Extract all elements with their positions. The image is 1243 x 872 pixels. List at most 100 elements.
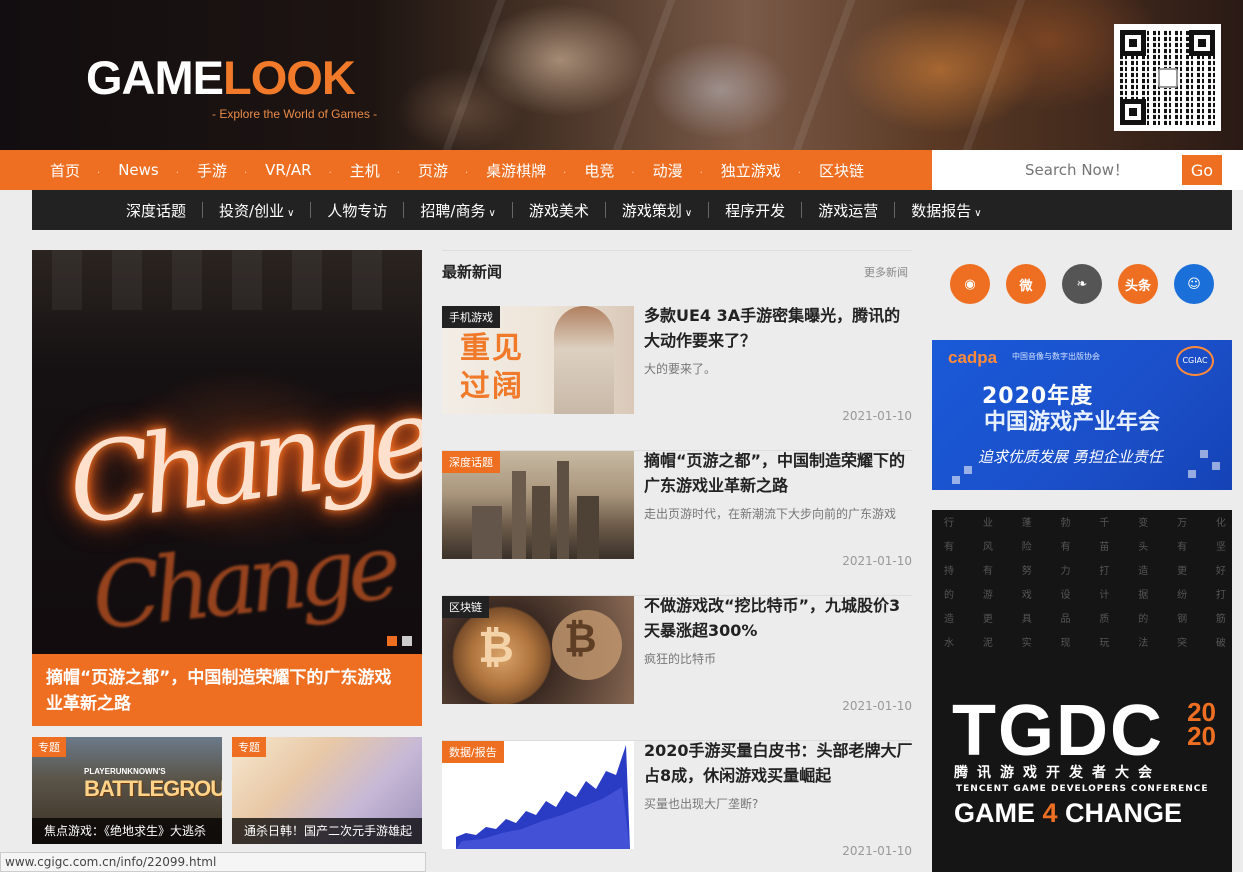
subnav-label: 游戏美术 bbox=[528, 201, 589, 220]
news-image[interactable]: 深度话题 bbox=[442, 451, 634, 559]
ad-char: 现 bbox=[1060, 638, 1071, 649]
nav-item[interactable]: 桌游棋牌 bbox=[468, 160, 563, 181]
nav-item[interactable]: 页游 bbox=[400, 160, 465, 181]
ad-char: 坚 bbox=[1215, 542, 1226, 553]
nav-item[interactable]: 手游 bbox=[179, 160, 244, 181]
news-title[interactable]: 不做游戏改“挖比特币”，九城股价3天暴涨超300% bbox=[644, 593, 914, 643]
nav-item[interactable]: 主机 bbox=[332, 160, 397, 181]
news-title[interactable]: 摘帽“页游之都”，中国制造荣耀下的广东游戏业革新之路 bbox=[644, 448, 914, 498]
ad-char: 化 bbox=[1215, 518, 1226, 529]
ad-char: 万 bbox=[1177, 518, 1188, 529]
news-summary: 买量也出现大厂垄断? bbox=[644, 797, 759, 811]
ad-char: 泥 bbox=[982, 638, 993, 649]
news-summary: 疯狂的比特币 bbox=[644, 652, 717, 666]
tgdc-logo: TGDC bbox=[952, 691, 1164, 771]
tgdc-cn-title: 腾讯游戏开发者大会 bbox=[954, 765, 1161, 781]
news-item[interactable]: 区块链 ₿ ₿ 不做游戏改“挖比特币”，九城股价3天暴涨超300% 疯狂的比特币… bbox=[442, 596, 912, 741]
qq-icon[interactable]: ☺ bbox=[1174, 264, 1214, 304]
ad-char: 戏 bbox=[1021, 590, 1032, 601]
ad-char: 实 bbox=[1021, 638, 1032, 649]
ad-char: 更 bbox=[982, 614, 993, 625]
news-item[interactable]: 深度话题 摘帽“页游之都”，中国制造荣耀下的广东游戏业革新之路 走出页游时代，在… bbox=[442, 451, 912, 596]
ad-char: 好 bbox=[1215, 566, 1226, 577]
ad-char: 勃 bbox=[1060, 518, 1071, 529]
hero-slider[interactable]: Change Change bbox=[32, 250, 422, 654]
subnav-item[interactable]: 投资/创业 ∨ bbox=[203, 200, 310, 221]
nav-item[interactable]: 首页 bbox=[32, 160, 97, 181]
thumb-caption: 焦点游戏：《绝地求生》大逃杀 bbox=[32, 818, 222, 844]
ad-association: 中国音像与数字出版协会 bbox=[1012, 352, 1100, 361]
tgdc-year: 20 20 bbox=[1187, 697, 1216, 751]
subnav-item[interactable]: 人物专访 bbox=[311, 200, 403, 221]
search-bar: Go bbox=[932, 150, 1243, 190]
ad-text-row: 的游戏设计据纷打 bbox=[940, 584, 1230, 608]
nav-item[interactable]: 独立游戏 bbox=[703, 160, 798, 181]
subnav-item[interactable]: 招聘/商务 ∨ bbox=[404, 200, 511, 221]
hero-caption[interactable]: 摘帽“页游之都”，中国制造荣耀下的广东游戏业革新之路 bbox=[32, 654, 422, 726]
slider-dot[interactable] bbox=[402, 636, 412, 646]
news-image[interactable]: 手机游戏 重见过阔 bbox=[442, 306, 634, 414]
nav-item[interactable]: 区块链 bbox=[801, 160, 881, 181]
subnav-label: 游戏运营 bbox=[818, 201, 879, 220]
ad-text-row: 行业蓬勃千变万化 bbox=[940, 512, 1230, 536]
chevron-down-icon: ∨ bbox=[684, 207, 693, 219]
site-tagline: - Explore the World of Games - bbox=[212, 107, 378, 121]
ad-char: 品 bbox=[1060, 614, 1071, 625]
more-news-link[interactable]: 更多新闻 bbox=[864, 264, 908, 280]
news-title[interactable]: 多款UE4 3A手游密集曝光，腾讯的大动作要来了？ bbox=[644, 303, 914, 353]
news-summary: 大的要来了。 bbox=[644, 362, 717, 376]
nav-item[interactable]: 动漫 bbox=[635, 160, 700, 181]
feature-thumb-anime[interactable]: 专题 通杀日韩！国产二次元手游雄起 bbox=[232, 737, 422, 844]
news-tag: 深度话题 bbox=[442, 451, 500, 473]
header-banner: GAMELOOK - Explore the World of Games - bbox=[0, 0, 1243, 150]
news-image[interactable]: 区块链 ₿ ₿ bbox=[442, 596, 634, 704]
ad-char: 突 bbox=[1177, 638, 1188, 649]
nav-item[interactable]: News bbox=[100, 161, 176, 179]
ad-char: 具 bbox=[1021, 614, 1032, 625]
search-input[interactable] bbox=[952, 156, 1202, 184]
thumb-tag: 专题 bbox=[32, 737, 66, 757]
subnav-item[interactable]: 游戏策划 ∨ bbox=[606, 200, 708, 221]
cadpa-ad-banner[interactable]: cadpa 中国音像与数字出版协会 CGIAC 2020年度 中国游戏产业年会 … bbox=[932, 340, 1232, 490]
weibo-icon[interactable]: 微 bbox=[1006, 264, 1046, 304]
news-item[interactable]: 手机游戏 重见过阔 多款UE4 3A手游密集曝光，腾讯的大动作要来了？ 大的要来… bbox=[442, 306, 912, 451]
subnav-item[interactable]: 数据报告 ∨ bbox=[895, 200, 997, 221]
subnav-item[interactable]: 深度话题 bbox=[110, 200, 202, 221]
ad-char: 水 bbox=[944, 638, 954, 649]
ad-char: 险 bbox=[1021, 542, 1032, 553]
thumb-caption: 通杀日韩！国产二次元手游雄起 bbox=[232, 818, 422, 844]
news-image[interactable]: 数据/报告 bbox=[442, 741, 634, 849]
wechat-icon[interactable]: ❧ bbox=[1062, 264, 1102, 304]
bitcoin-icon: ₿ bbox=[564, 616, 597, 662]
ad-char: 变 bbox=[1138, 518, 1149, 529]
ad-char: 更 bbox=[1177, 566, 1188, 577]
feature-thumb-pubg[interactable]: PLAYERUNKNOWN'S BATTLEGROUNDS 专题 焦点游戏：《绝… bbox=[32, 737, 222, 844]
subnav-item[interactable]: 程序开发 bbox=[709, 200, 801, 221]
ad-char: 法 bbox=[1138, 638, 1149, 649]
ad-slogan: 追求优质发展 勇担企业责任 bbox=[978, 448, 1163, 466]
slider-dots bbox=[387, 636, 412, 646]
ad-char: 钢 bbox=[1177, 614, 1188, 625]
subnav-label: 程序开发 bbox=[725, 201, 786, 220]
rss-icon[interactable]: ◉ bbox=[950, 264, 990, 304]
site-logo[interactable]: GAMELOOK bbox=[86, 54, 356, 101]
subnav-item[interactable]: 游戏运营 bbox=[802, 200, 894, 221]
nav-item[interactable]: VR/AR bbox=[247, 161, 328, 179]
news-tag: 区块链 bbox=[442, 596, 489, 618]
ad-char: 苗 bbox=[1099, 542, 1110, 553]
ad-char: 力 bbox=[1060, 566, 1071, 577]
subnav-item[interactable]: 游戏美术 bbox=[513, 200, 605, 221]
news-date: 2021-01-10 bbox=[842, 844, 912, 858]
tgdc-ad-banner[interactable]: 行业蓬勃千变万化有风险有苗头有坚持有努力打造更好的游戏设计据纷打造更具品质的钢筋… bbox=[932, 510, 1232, 872]
ad-char: 持 bbox=[944, 566, 954, 577]
toutiao-icon[interactable]: 头条 bbox=[1118, 264, 1158, 304]
news-title[interactable]: 2020手游买量白皮书：头部老牌大厂占8成，休闲游戏买量崛起 bbox=[644, 738, 914, 788]
search-button[interactable]: Go bbox=[1182, 155, 1222, 185]
ad-text-row: 有风险有苗头有坚 bbox=[940, 536, 1230, 560]
thumb-tag: 专题 bbox=[232, 737, 266, 757]
ad-char: 设 bbox=[1060, 590, 1071, 601]
slider-dot[interactable] bbox=[387, 636, 397, 646]
ad-char: 造 bbox=[1138, 566, 1149, 577]
news-item[interactable]: 数据/报告 2020手游买量白皮书：头部老牌大厂占8成，休闲游戏买量崛起 买量也… bbox=[442, 738, 914, 872]
nav-item[interactable]: 电竞 bbox=[566, 160, 631, 181]
